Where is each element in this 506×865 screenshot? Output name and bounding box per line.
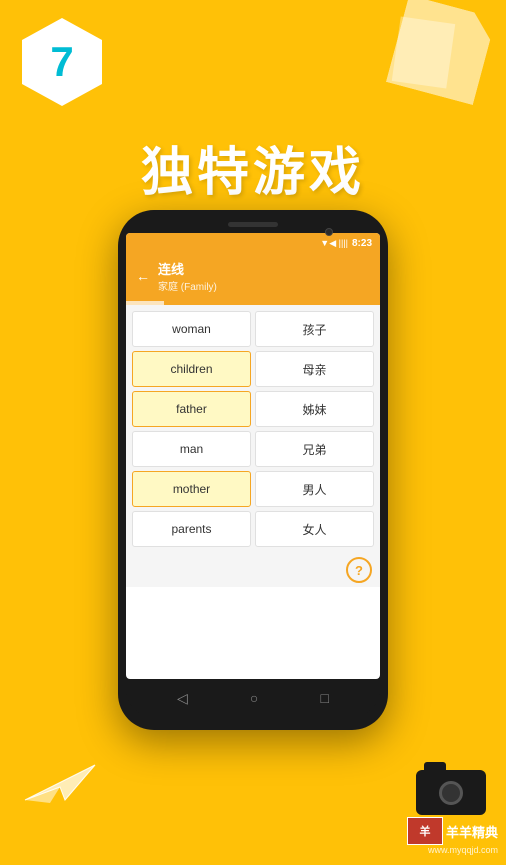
word-cell-children[interactable]: children (132, 351, 251, 387)
word-cell-mother[interactable]: mother (132, 471, 251, 507)
watermark-logo-char: 羊 (419, 823, 430, 839)
nav-back-button[interactable]: ◁ (177, 690, 188, 707)
hexagon-shape: 7 (22, 18, 102, 106)
word-cell-zimei[interactable]: 姊妹 (255, 391, 374, 427)
signal-icon: ▼◀ |||| (320, 238, 348, 249)
header-text-group: 连线 家庭 (Family) (158, 259, 217, 293)
word-cell-xiongdi[interactable]: 兄弟 (255, 431, 374, 467)
camera-top (424, 762, 446, 770)
word-cell-muqin[interactable]: 母亲 (255, 351, 374, 387)
word-grid: woman 孩子 children 母亲 father 姊妹 man 兄弟 mo… (126, 305, 380, 553)
word-cell-father[interactable]: father (132, 391, 251, 427)
watermark-logo-group: 羊 羊羊精典 (407, 817, 498, 845)
help-button-area: ? (126, 553, 380, 587)
camera-lens (439, 781, 463, 805)
watermark-url: www.myqqjd.com (428, 845, 498, 855)
word-cell-man[interactable]: man (132, 431, 251, 467)
nav-home-button[interactable]: ○ (250, 690, 258, 706)
word-cell-woman[interactable]: woman (132, 311, 251, 347)
badge-container: 7 (22, 18, 102, 106)
camera-body (416, 770, 486, 815)
watermark-logo-box: 羊 (407, 817, 443, 845)
app-title: 连线 (158, 259, 217, 278)
app-header: ← 连线 家庭 (Family) (126, 253, 380, 301)
status-bar: ▼◀ |||| 8:23 (126, 233, 380, 253)
decoration-paper-2 (392, 16, 456, 88)
help-button[interactable]: ? (346, 557, 372, 583)
progress-bar-fill (126, 301, 164, 305)
nav-recent-button[interactable]: □ (320, 690, 328, 706)
word-cell-haizi[interactable]: 孩子 (255, 311, 374, 347)
phone-nav: ◁ ○ □ (126, 679, 380, 717)
back-button[interactable]: ← (136, 268, 150, 284)
phone-screen: ▼◀ |||| 8:23 ← 连线 家庭 (Family) woman 孩子 (126, 233, 380, 679)
word-cell-parents[interactable]: parents (132, 511, 251, 547)
watermark: 羊 羊羊精典 www.myqqjd.com (407, 817, 498, 855)
badge-number: 7 (50, 41, 73, 83)
word-cell-nanren[interactable]: 男人 (255, 471, 374, 507)
phone-outer: ▼◀ |||| 8:23 ← 连线 家庭 (Family) woman 孩子 (118, 210, 388, 730)
main-title: 独特游戏 (0, 130, 506, 205)
watermark-brand-name: 羊羊精典 (446, 822, 498, 841)
word-cell-nvren[interactable]: 女人 (255, 511, 374, 547)
paper-plane-decoration (20, 745, 100, 805)
clock-display: 8:23 (352, 238, 372, 249)
app-subtitle: 家庭 (Family) (158, 278, 217, 293)
phone-speaker (228, 222, 278, 227)
phone-camera (325, 228, 333, 236)
phone-container: ▼◀ |||| 8:23 ← 连线 家庭 (Family) woman 孩子 (118, 210, 388, 730)
